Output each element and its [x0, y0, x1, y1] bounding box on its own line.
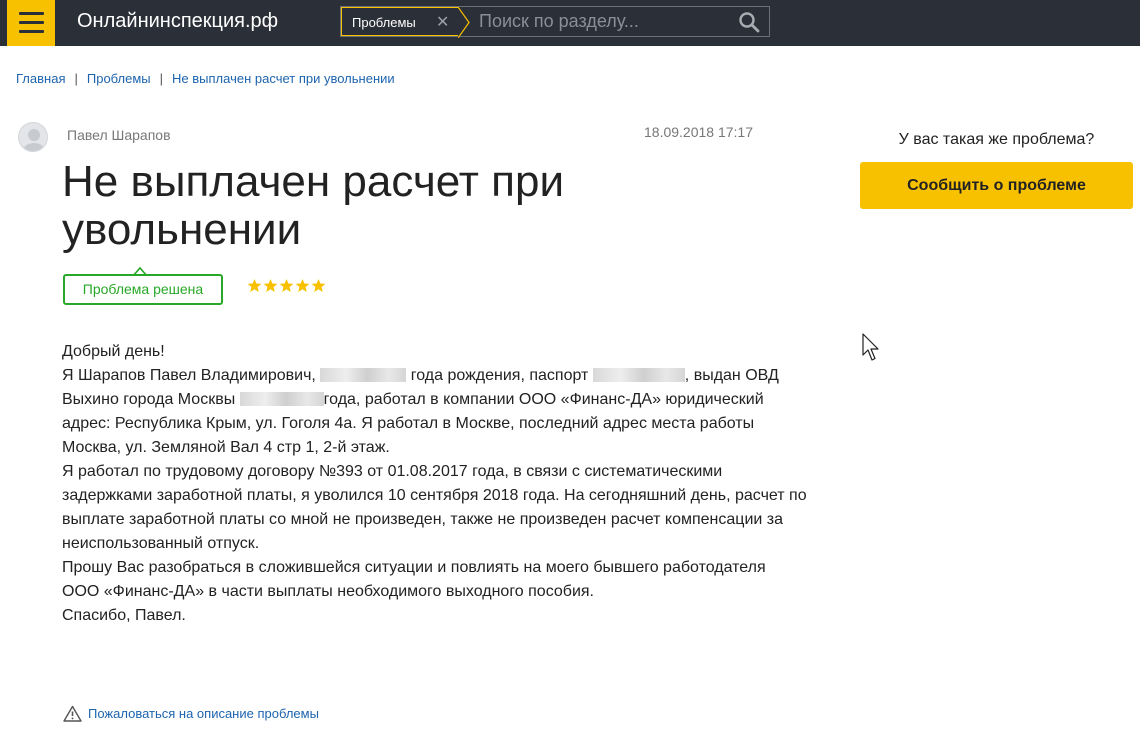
avatar: [18, 122, 48, 152]
breadcrumb-home[interactable]: Главная: [16, 71, 65, 86]
paragraph-personal-info: Я Шарапов Павел Владимирович, года рожде…: [62, 364, 807, 460]
signoff-text: Спасибо, Павел.: [62, 607, 186, 624]
star-icon: [295, 278, 310, 292]
breadcrumb-separator: |: [159, 71, 164, 86]
problem-description: Добрый день! Я Шарапов Павел Владимирови…: [62, 340, 807, 628]
sidebar-question: У вас такая же проблема?: [898, 131, 1095, 148]
star-icon: [247, 278, 262, 292]
breadcrumb-current[interactable]: Не выплачен расчет при увольнении: [172, 71, 395, 86]
search-icon[interactable]: [738, 11, 762, 33]
author-name: Павел Шарапов: [67, 127, 171, 143]
greeting-text: Добрый день!: [62, 343, 165, 360]
status-badge: Проблема решена: [63, 274, 223, 305]
search-section-tag: Проблемы ✕: [341, 7, 470, 38]
search-section-tag-label: Проблемы: [352, 15, 416, 30]
breadcrumb-separator: |: [74, 71, 78, 86]
mouse-cursor-icon: [862, 333, 879, 361]
star-icon: [279, 278, 294, 292]
redacted-birthdate: [320, 368, 407, 382]
redacted-passport: [592, 368, 685, 382]
warning-icon: [63, 705, 82, 722]
search-input[interactable]: [479, 9, 729, 34]
redacted-issue-date: [239, 392, 324, 406]
site-logo-title[interactable]: Онлайнинспекция.рф: [77, 10, 278, 33]
search-box: Проблемы ✕: [340, 6, 770, 38]
star-icon: [311, 278, 326, 292]
complaint-row: Пожаловаться на описание проблемы: [63, 705, 319, 722]
breadcrumb: Главная | Проблемы | Не выплачен расчет при …: [16, 71, 395, 86]
paragraph-employment: Я работал по трудовому договору №393 от …: [62, 463, 807, 552]
star-icon: [263, 278, 278, 292]
report-problem-button[interactable]: Сообщить о проблеме: [860, 162, 1133, 209]
menu-icon[interactable]: [7, 0, 55, 46]
text-segment: года рождения, паспорт: [406, 367, 593, 384]
rating-stars: [247, 278, 327, 298]
top-navigation-bar: Онлайнинспекция.рф Проблемы ✕: [0, 0, 1140, 46]
tag-arrow-shape: [458, 7, 470, 38]
complaint-link[interactable]: Пожаловаться на описание проблемы: [88, 706, 319, 721]
paragraph-request: Прошу Вас разобраться в сложившейся ситу…: [62, 559, 766, 600]
page-title: Не выплачен расчет при увольнении: [62, 157, 565, 254]
user-placeholder-icon: [23, 129, 45, 151]
text-segment: Я Шарапов Павел Владимирович,: [62, 367, 321, 384]
post-date: 18.09.2018 17:17: [644, 124, 753, 140]
breadcrumb-problems[interactable]: Проблемы: [87, 71, 151, 86]
close-icon[interactable]: ✕: [436, 12, 449, 32]
